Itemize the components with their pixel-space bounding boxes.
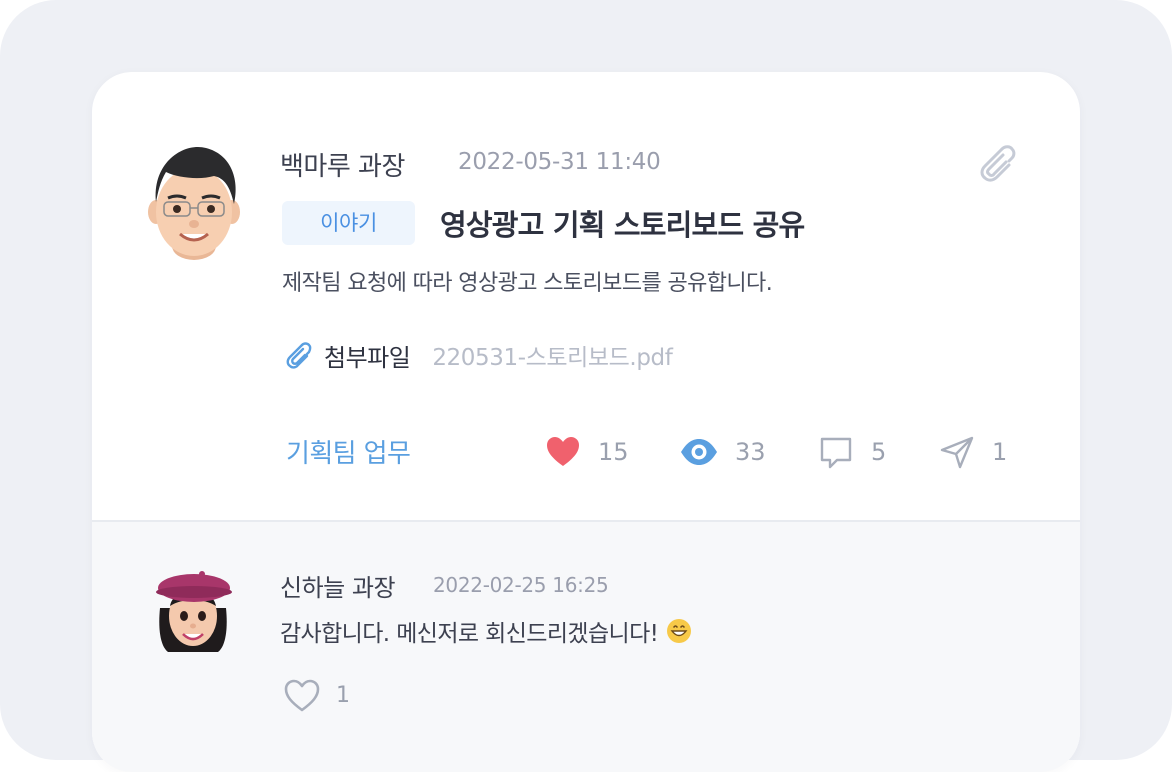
memoji-man-avatar-icon (148, 146, 240, 260)
comment-like-button[interactable]: 1 (282, 676, 350, 714)
attachment-indicator-icon (972, 140, 1016, 184)
comment-stat[interactable]: 5 (817, 430, 886, 474)
like-count: 15 (598, 438, 629, 466)
eye-icon (681, 439, 717, 465)
post-date: 2022-05-31 11:40 (458, 149, 661, 175)
grinning-emoji-icon (667, 619, 692, 643)
comment-icon (820, 437, 852, 469)
view-count: 33 (735, 438, 766, 466)
comment-like-count: 1 (336, 682, 350, 708)
comment-text-row: 감사합니다. 메신저로 회신드리겠습니다! (280, 614, 692, 648)
author-name[interactable]: 백마루 과장 (280, 146, 405, 183)
attachment-file-link[interactable]: 220531-스토리보드.pdf (432, 338, 673, 372)
post-card: 백마루 과장 2022-05-31 11:40 이야기 영상광고 기획 스토리보… (92, 72, 1080, 772)
paperclip-icon (286, 342, 312, 369)
memoji-woman-avatar-icon (156, 571, 232, 652)
attachment-row[interactable]: 첨부파일 220531-스토리보드.pdf (282, 337, 673, 373)
post-title[interactable]: 영상광고 기획 스토리보드 공유 (440, 202, 805, 244)
post: 백마루 과장 2022-05-31 11:40 이야기 영상광고 기획 스토리보… (92, 72, 1080, 522)
attachment-label: 첨부파일 (324, 343, 411, 372)
heart-outline-icon (284, 679, 320, 712)
comment-text: 감사합니다. 메신저로 회신드리겠습니다! (280, 621, 659, 647)
share-count: 1 (992, 438, 1008, 466)
author-avatar[interactable] (144, 142, 244, 262)
share-stat[interactable]: 1 (938, 430, 1007, 474)
device-frame: 백마루 과장 2022-05-31 11:40 이야기 영상광고 기획 스토리보… (0, 0, 1172, 772)
comment-date: 2022-02-25 16:25 (433, 573, 609, 597)
paperclip-icon (980, 145, 1016, 182)
heart-icon (547, 437, 579, 466)
category-badge[interactable]: 이야기 (282, 201, 415, 245)
team-tag-link[interactable]: 기획팀 업무 (286, 433, 411, 470)
commenter-name[interactable]: 신하늘 과장 (280, 568, 396, 603)
comment-count: 5 (871, 438, 887, 466)
like-stat[interactable]: 15 (544, 430, 629, 474)
view-stat: 33 (679, 430, 766, 474)
comment-section: 신하늘 과장 2022-02-25 16:25 감사합니다. 메신저로 회신드리… (92, 522, 1080, 772)
send-icon (940, 436, 974, 469)
post-body: 제작팀 요청에 따라 영상광고 스토리보드를 공유합니다. (282, 271, 773, 296)
commenter-avatar[interactable] (150, 568, 236, 654)
